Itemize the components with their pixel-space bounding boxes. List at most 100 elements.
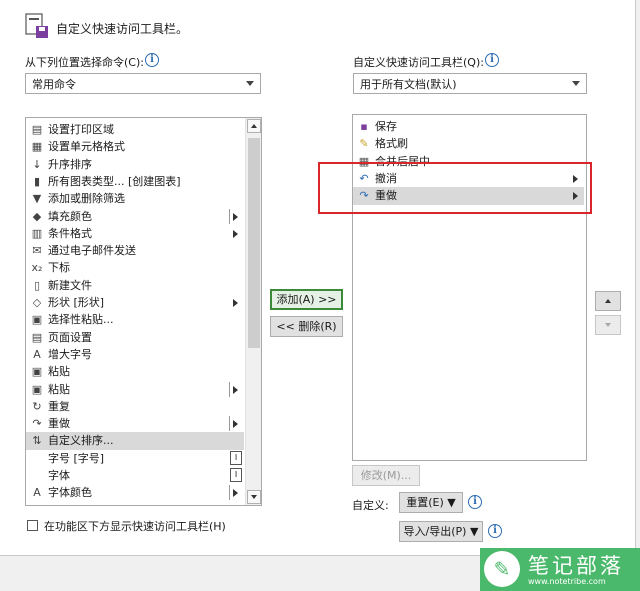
import-export-button[interactable]: 导入/导出(P) ▼ (399, 521, 483, 542)
info-icon[interactable]: i (145, 53, 159, 67)
left-item-label: 形状 [形状] (48, 296, 105, 309)
customize-label: 自定义: (352, 499, 389, 512)
chevron-right-icon (233, 212, 238, 221)
commands-scrollbar[interactable] (245, 118, 261, 505)
conditional-format-icon: ▥ (31, 226, 43, 240)
paste-special-icon: ▣ (31, 313, 43, 327)
scroll-thumb[interactable] (248, 138, 260, 348)
paste-icon: ▣ (31, 382, 43, 396)
choose-commands-value: 常用命令 (32, 78, 76, 91)
combo-box-icon: I (230, 450, 242, 465)
left-item-label: 下标 (48, 261, 70, 275)
format-cells-icon: ▦ (31, 140, 43, 154)
save-icon: ▪ (360, 120, 368, 133)
left-item-label: 升序排序 (48, 157, 92, 171)
left-item-label: 自定义排序... (48, 434, 114, 448)
left-item[interactable]: ▦ 设置单元格格式 (26, 138, 244, 156)
toolbar-scope-value: 用于所有文档(默认) (360, 78, 457, 91)
left-item-label: 重复 (48, 399, 70, 413)
font-color-icon: A (33, 486, 41, 500)
pen-icon: ✎ (484, 551, 520, 587)
choose-commands-dropdown[interactable]: 常用命令 (25, 73, 261, 94)
subscript-icon: x₂ (31, 261, 43, 275)
left-item-label: 粘贴 (48, 382, 70, 396)
left-item[interactable]: ◇ 形状 [形状] (26, 294, 244, 312)
left-item-label: 页面设置 (48, 330, 92, 344)
left-item-label: 字号 [字号] (48, 451, 105, 465)
right-item-label: 格式刷 (375, 137, 408, 151)
left-item-label: 所有图表类型... [创建图表] (48, 174, 181, 188)
scroll-up-button[interactable] (247, 119, 261, 133)
reset-button[interactable]: 重置(E) ▼ (399, 492, 463, 513)
commands-list[interactable]: ▤ 设置打印区域 ▦ 设置单元格格式 ↓ 升序排序 ▮ 所有图表类型... [创建图表] ▼ 添加… (25, 117, 262, 506)
chevron-down-icon (246, 81, 254, 86)
info-icon[interactable]: i (485, 53, 499, 67)
show-below-ribbon-checkbox[interactable] (27, 520, 38, 531)
right-item[interactable]: ▪ 保存 (353, 118, 584, 136)
left-item-label: 字体颜色 (48, 486, 92, 500)
info-icon[interactable]: i (488, 524, 502, 538)
left-item[interactable]: ▣ 粘贴 (26, 381, 244, 399)
right-item[interactable]: ✎ 格式刷 (353, 135, 584, 153)
left-item[interactable]: ✉ 通过电子邮件发送 (26, 242, 244, 260)
redo-icon: ↷ (32, 417, 42, 431)
left-item[interactable]: x₂ 下标 (26, 259, 244, 277)
left-item-label: 选择性粘贴... (48, 313, 114, 327)
left-item[interactable]: ▥ 条件格式 (26, 225, 244, 243)
fill-color-icon: ◆ (32, 209, 42, 223)
submenu-separator (229, 416, 230, 432)
left-item[interactable]: ◆ 填充颜色 (26, 208, 244, 226)
left-item[interactable]: ▣ 选择性粘贴... (26, 311, 244, 329)
left-item[interactable]: A 字体颜色 (26, 484, 244, 502)
left-item[interactable]: ▤ 页面设置 (26, 329, 244, 347)
watermark-title: 笔记部落 (528, 554, 624, 578)
left-item-label: 填充颜色 (48, 209, 92, 223)
left-item-label: 新建文件 (48, 278, 92, 292)
scroll-down-button[interactable] (247, 490, 261, 504)
toolbar-scope-dropdown[interactable]: 用于所有文档(默认) (353, 73, 587, 94)
left-item[interactable]: ↷ 重做 (26, 415, 244, 433)
chevron-right-icon (233, 420, 238, 429)
submenu-separator (229, 381, 230, 397)
left-item-label: 通过电子邮件发送 (48, 244, 136, 258)
left-item[interactable]: ▯ 新建文件 (26, 277, 244, 295)
show-below-ribbon-label: 在功能区下方显示快速访问工具栏(H) (44, 520, 226, 533)
left-item[interactable]: ↓ 升序排序 (26, 156, 244, 174)
left-item[interactable]: ▼ 添加或删除筛选 (26, 190, 244, 208)
left-item[interactable]: 字体 I (26, 467, 244, 485)
repeat-icon: ↻ (32, 399, 42, 413)
modify-button[interactable]: 修改(M)... (352, 465, 420, 486)
info-icon[interactable]: i (468, 495, 482, 509)
sort-ascending-icon: ↓ (32, 157, 42, 171)
choose-commands-label: 从下列位置选择命令(C): (25, 56, 144, 69)
left-item[interactable]: ▣ 粘贴 (26, 363, 244, 381)
left-item[interactable]: 字号 [字号] I (26, 450, 244, 468)
quick-access-toolbar-icon (25, 13, 48, 38)
combo-box-icon: I (230, 468, 242, 482)
left-item[interactable]: ▤ 设置打印区域 (26, 121, 244, 139)
left-item[interactable]: ▮ 所有图表类型... [创建图表] (26, 173, 244, 191)
chevron-right-icon (233, 489, 238, 498)
left-item[interactable]: A 增大字号 (26, 346, 244, 364)
submenu-separator (229, 485, 230, 501)
format-painter-icon: ✎ (359, 137, 369, 151)
add-button[interactable]: 添加(A) >> (270, 289, 343, 310)
print-area-icon: ▤ (31, 123, 43, 136)
email-icon: ✉ (32, 244, 42, 258)
left-item-label: 添加或删除筛选 (48, 192, 125, 206)
left-item-label: 粘贴 (48, 365, 70, 379)
chevron-down-icon (572, 81, 580, 86)
left-item-label: 设置单元格格式 (48, 140, 125, 154)
chevron-right-icon (233, 385, 238, 394)
shapes-icon: ◇ (32, 296, 42, 309)
move-up-button[interactable] (595, 291, 621, 311)
left-item[interactable]: ⇅ 自定义排序... (26, 432, 244, 450)
remove-button[interactable]: << 删除(R) (270, 316, 343, 337)
move-down-button[interactable] (595, 315, 621, 335)
custom-sort-icon: ⇅ (32, 434, 42, 448)
right-item-label: 保存 (375, 120, 397, 133)
left-item-label: 设置打印区域 (48, 123, 114, 136)
submenu-separator (229, 208, 230, 224)
filter-icon: ▼ (32, 192, 42, 206)
left-item[interactable]: ↻ 重复 (26, 398, 244, 416)
